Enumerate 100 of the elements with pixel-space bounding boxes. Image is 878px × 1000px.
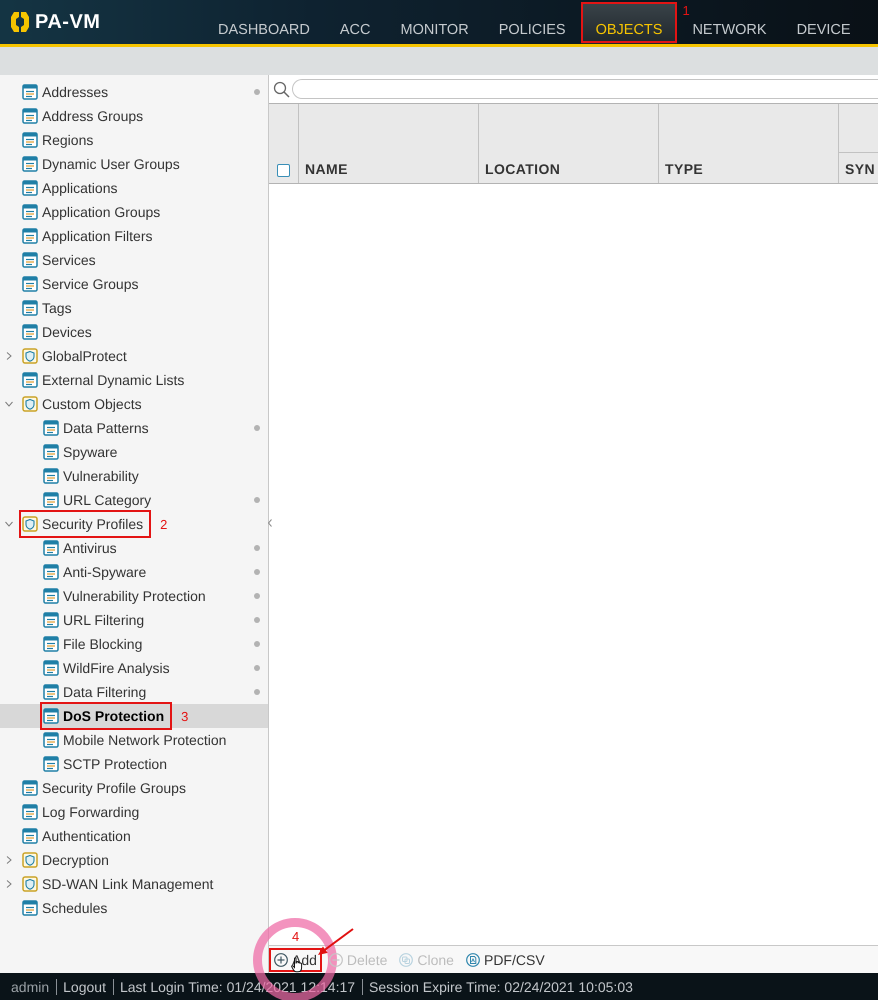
tree-item[interactable]: Decryption bbox=[22, 848, 109, 872]
chevron-down-icon[interactable] bbox=[5, 520, 13, 528]
tree-item[interactable]: Data Filtering bbox=[43, 680, 146, 704]
tree-item[interactable]: WildFire Analysis bbox=[43, 656, 170, 680]
list-icon bbox=[22, 780, 38, 796]
select-all-checkbox[interactable] bbox=[277, 164, 290, 177]
list-icon bbox=[22, 108, 38, 124]
tree-item[interactable]: File Blocking bbox=[43, 632, 142, 656]
column-header[interactable]: LOCATION bbox=[485, 161, 560, 177]
plus-circle-icon bbox=[274, 952, 288, 966]
list-icon bbox=[43, 468, 59, 484]
tree-item[interactable]: Mobile Network Protection bbox=[43, 728, 226, 752]
copy-icon bbox=[399, 952, 414, 966]
search-icon bbox=[273, 80, 290, 98]
collapse-handle-icon[interactable] bbox=[268, 519, 272, 527]
tree-item[interactable]: Spyware bbox=[43, 440, 118, 464]
tree-item[interactable]: Tags bbox=[22, 296, 72, 320]
tree-item[interactable]: Regions bbox=[22, 128, 94, 152]
chevron-right-icon[interactable] bbox=[5, 880, 13, 888]
list-icon bbox=[43, 540, 59, 556]
tree-item[interactable]: Application Groups bbox=[22, 200, 160, 224]
nav-tab[interactable]: MONITOR bbox=[385, 18, 484, 44]
tree-item[interactable]: Security Profile Groups bbox=[22, 776, 186, 800]
tree-item[interactable]: DoS Protection bbox=[43, 704, 164, 728]
pointer-arrow bbox=[315, 926, 355, 956]
list-icon bbox=[43, 732, 59, 748]
hexagon-logo-icon bbox=[11, 12, 29, 32]
nav-tab[interactable]: DASHBOARD bbox=[203, 18, 325, 44]
document-icon bbox=[466, 952, 480, 966]
list-icon bbox=[22, 276, 38, 292]
nav-tab[interactable]: NETWORK bbox=[677, 18, 782, 44]
export-button[interactable]: PDF/CSV bbox=[460, 948, 550, 972]
callout-number: 3 bbox=[181, 710, 188, 722]
tree-item[interactable]: Data Patterns bbox=[43, 416, 149, 440]
column-header[interactable]: NAME bbox=[305, 161, 348, 177]
list-icon bbox=[22, 204, 38, 220]
tree-item[interactable]: Vulnerability Protection bbox=[43, 584, 206, 608]
list-icon bbox=[43, 564, 59, 580]
list-icon bbox=[22, 252, 38, 268]
list-icon bbox=[43, 444, 59, 460]
list-icon bbox=[43, 420, 59, 436]
list-icon bbox=[43, 588, 59, 604]
list-icon bbox=[43, 708, 59, 724]
list-icon bbox=[22, 372, 38, 388]
tree-item[interactable]: SCTP Protection bbox=[43, 752, 168, 776]
callout-number: 4 bbox=[292, 930, 300, 942]
chevron-right-icon[interactable] bbox=[5, 352, 13, 360]
status-text: Session Expire Time: 02/24/2021 10:05:03 bbox=[362, 978, 640, 994]
minus-circle-icon bbox=[328, 952, 343, 966]
shield-icon bbox=[22, 348, 38, 364]
list-icon bbox=[43, 492, 59, 508]
tree-item[interactable]: URL Category bbox=[43, 488, 152, 512]
list-icon bbox=[22, 132, 38, 148]
list-icon bbox=[43, 756, 59, 772]
tree-item[interactable]: Devices bbox=[22, 320, 92, 344]
list-icon bbox=[43, 636, 59, 652]
shield-icon bbox=[22, 516, 38, 532]
tree-item[interactable]: Services bbox=[22, 248, 96, 272]
chevron-down-icon[interactable] bbox=[5, 400, 13, 408]
logout-link[interactable]: Logout bbox=[56, 978, 113, 994]
column-header[interactable]: SYN bbox=[845, 161, 875, 177]
list-icon bbox=[22, 84, 38, 100]
list-icon bbox=[43, 612, 59, 628]
list-icon bbox=[43, 660, 59, 676]
tree-item[interactable]: Address Groups bbox=[22, 104, 144, 128]
list-icon bbox=[22, 180, 38, 196]
nav-tab[interactable]: ACC bbox=[324, 18, 386, 44]
shield-icon bbox=[22, 876, 38, 892]
callout-number: 1 bbox=[682, 4, 690, 17]
tree-item[interactable]: Antivirus bbox=[43, 536, 117, 560]
tree-item[interactable]: Log Forwarding bbox=[22, 800, 140, 824]
tree-item[interactable]: External Dynamic Lists bbox=[22, 368, 184, 392]
chevron-right-icon[interactable] bbox=[5, 856, 13, 864]
list-icon bbox=[22, 156, 38, 172]
list-icon bbox=[22, 828, 38, 844]
tree-item[interactable]: SD-WAN Link Management bbox=[22, 872, 214, 896]
list-icon bbox=[22, 804, 38, 820]
product-name: PA-VM bbox=[35, 10, 100, 34]
tree-item[interactable]: GlobalProtect bbox=[22, 344, 127, 368]
nav-tab[interactable]: POLICIES bbox=[484, 18, 581, 44]
tree-item[interactable]: Service Groups bbox=[22, 272, 138, 296]
tree-item[interactable]: URL Filtering bbox=[43, 608, 144, 632]
list-icon bbox=[22, 228, 38, 244]
search-field[interactable] bbox=[292, 79, 878, 99]
tree-item[interactable]: Anti-Spyware bbox=[43, 560, 146, 584]
list-icon bbox=[22, 324, 38, 340]
column-header[interactable]: TYPE bbox=[665, 161, 704, 177]
nav-tab[interactable]: DEVICE bbox=[782, 18, 866, 44]
tree-item[interactable]: Applications bbox=[22, 176, 118, 200]
tree-item[interactable]: Application Filters bbox=[22, 224, 152, 248]
tree-item[interactable]: Authentication bbox=[22, 824, 131, 848]
shield-icon bbox=[22, 852, 38, 868]
shield-icon bbox=[22, 396, 38, 412]
tree-item[interactable]: Dynamic User Groups bbox=[22, 152, 180, 176]
tree-item[interactable]: Vulnerability bbox=[43, 464, 139, 488]
tree-item[interactable]: Addresses bbox=[22, 80, 108, 104]
tree-item[interactable]: Schedules bbox=[22, 896, 108, 920]
tree-item[interactable]: Custom Objects bbox=[22, 392, 142, 416]
tree-item[interactable]: Security Profiles bbox=[22, 512, 144, 536]
list-icon bbox=[22, 300, 38, 316]
